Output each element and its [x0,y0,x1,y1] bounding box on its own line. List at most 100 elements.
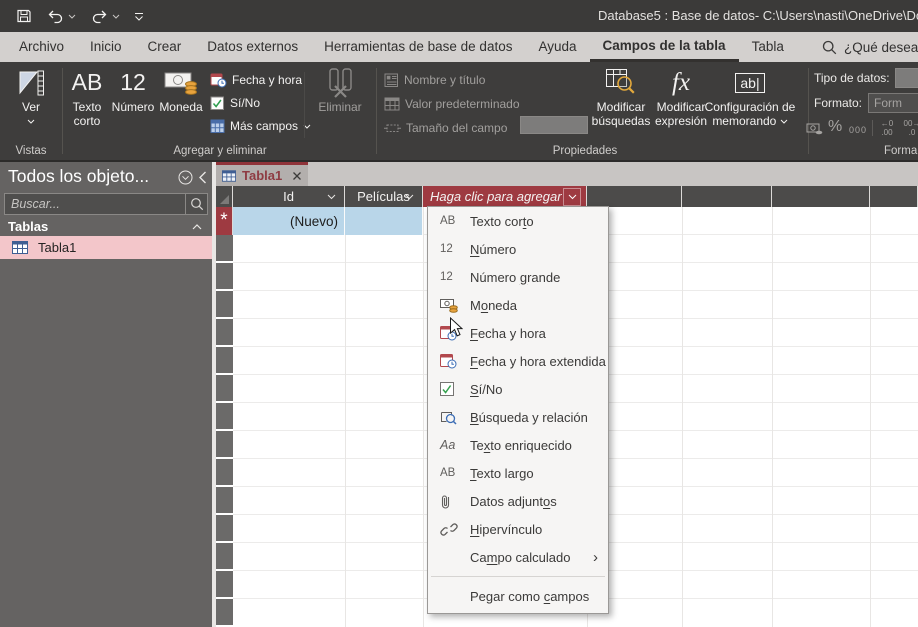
tab-ayuda[interactable]: Ayuda [525,32,589,62]
menu-item-moneda[interactable]: Moneda [428,291,608,319]
menu-item-datos-adjuntos[interactable]: Datos adjuntos [428,487,608,515]
memo-settings-button[interactable]: ab| Configuración de memorando [700,66,800,142]
cell-peliculas-new[interactable] [345,207,423,235]
ribbon-tabs: Archivo Inicio Crear Datos externos Herr… [6,32,797,62]
column-header-peliculas[interactable]: Películas [345,186,423,207]
menu-item-label: Texto enriquecido [470,437,572,453]
menu-item-n-mero[interactable]: 12 Número [428,235,608,263]
modify-lookups-button[interactable]: Modificar búsquedas [590,66,652,142]
menu-item-texto-corto[interactable]: AB Texto corto [428,207,608,235]
record-selector-cell[interactable] [216,235,233,261]
date-time-button[interactable]: Fecha y hora [210,70,302,90]
record-selector-cell[interactable] [216,487,233,513]
column-header-label: Id [283,189,294,204]
menu-item-s-no[interactable]: Sí/No [428,375,608,403]
menu-item-n-mero-grande[interactable]: 12 Número grande [428,263,608,291]
more-fields-icon [210,119,225,133]
nav-item-tabla1[interactable]: Tabla1 [0,236,212,259]
record-selector-cell[interactable] [216,319,233,345]
column-header-id[interactable]: Id [233,186,345,207]
customize-qat-button[interactable] [130,9,148,24]
nav-item-label: Tabla1 [38,240,77,255]
record-selector-cell[interactable] [216,543,233,569]
menu-item-campo-calculado[interactable]: Campo calculado › [428,543,608,571]
short-text-label: Texto corto [72,100,102,128]
record-selector-cell[interactable] [216,375,233,401]
new-record-selector[interactable]: * [216,207,233,235]
record-selector-cell[interactable] [216,403,233,429]
currency-button[interactable]: Moneda [156,66,206,142]
name-caption-label: Nombre y título [404,73,486,87]
tab-datos-externos[interactable]: Datos externos [194,32,311,62]
svg-text:.0: .0 [909,128,916,136]
chevron-up-icon [192,223,202,229]
yes-no-icon [440,381,464,397]
document-tab-label: Tabla1 [242,168,283,183]
menu-item-pegar-como-campos[interactable]: Pegar como campos [428,582,608,610]
menu-item-fecha-y-hora-extendida[interactable]: Fecha y hora extendida [428,347,608,375]
nav-group-tablas[interactable]: Tablas [0,217,212,236]
menu-item-hiperv-nculo[interactable]: Hipervínculo [428,515,608,543]
delete-button: Eliminar [310,66,370,142]
record-selector-cell[interactable] [216,263,233,289]
record-selector-cell[interactable] [216,431,233,457]
nav-pane-menu-button[interactable] [178,170,193,185]
memo-settings-label: Configuración de memorando [704,100,796,128]
tell-me-search[interactable]: ¿Qué desea [822,32,918,62]
undo-button[interactable] [42,6,80,27]
date-time-extended-icon [440,353,464,369]
record-selector-cell[interactable] [216,515,233,541]
shutter-bar-close-button[interactable] [198,171,207,184]
tab-campos-de-la-tabla[interactable]: Campos de la tabla [589,32,739,62]
menu-item-texto-largo[interactable]: AB Texto largo [428,459,608,487]
tab-archivo[interactable]: Archivo [6,32,77,62]
close-icon[interactable] [292,171,302,181]
record-selector-cell[interactable] [216,599,233,625]
inner-divider [304,72,305,138]
select-all-corner-cell[interactable] [216,186,233,207]
record-selector-cell[interactable] [216,291,233,317]
menu-item-label: Datos adjuntos [470,493,557,509]
empty-column-header [772,186,870,207]
nav-search-box[interactable]: Buscar... [4,193,208,215]
menu-item-label: Fecha y hora [470,325,546,341]
svg-text:.00: .00 [881,128,893,136]
cell-id-new[interactable]: (Nuevo) [233,207,345,235]
chevron-down-icon [780,119,788,124]
long-text-icon: AB [440,467,456,479]
redo-button[interactable] [86,6,124,27]
thousands-icon: 000 [849,125,868,135]
number-label: Número [111,100,155,114]
gridline [682,207,683,627]
more-fields-button[interactable]: Más campos [210,116,311,136]
view-button[interactable]: Ver [4,66,58,142]
number-button[interactable]: 12 Número [110,66,156,142]
field-type-menu: AB Texto corto 12 Número 12 Número grande Mone… [427,206,609,614]
gridline [772,207,773,627]
data-type-combo[interactable] [895,68,918,88]
customize-qat-icon [135,12,143,21]
short-text-button[interactable]: AB Texto corto [64,66,110,142]
table-icon [12,241,28,254]
menu-item-texto-enriquecido[interactable]: Aa Texto enriquecido [428,431,608,459]
add-column-label: Haga clic para agregar [430,189,562,204]
tab-crear[interactable]: Crear [135,32,195,62]
svg-text:00→: 00→ [904,119,918,128]
record-selector-cell[interactable] [216,571,233,597]
submenu-arrow-icon: › [593,548,598,566]
default-value-button: Valor predeterminado [384,94,520,114]
tab-tabla[interactable]: Tabla [739,32,797,62]
record-selector-cell[interactable] [216,459,233,485]
add-column-header[interactable]: Haga clic para agregar [423,186,587,207]
document-tab-tabla1[interactable]: Tabla1 [216,162,308,186]
search-button[interactable] [186,197,207,211]
save-button[interactable] [12,5,36,27]
menu-item-b-squeda-y-relaci-n[interactable]: Búsqueda y relación [428,403,608,431]
record-selector-cell[interactable] [216,347,233,373]
yes-no-button[interactable]: Sí/No [210,93,260,113]
add-column-dropdown-button[interactable] [563,188,581,206]
document-tab-strip: Tabla1 [216,162,918,186]
tab-herramientas-de-base-de-datos[interactable]: Herramientas de base de datos [311,32,525,62]
tab-inicio[interactable]: Inicio [77,32,135,62]
group-label-formato: Forma [884,145,918,157]
